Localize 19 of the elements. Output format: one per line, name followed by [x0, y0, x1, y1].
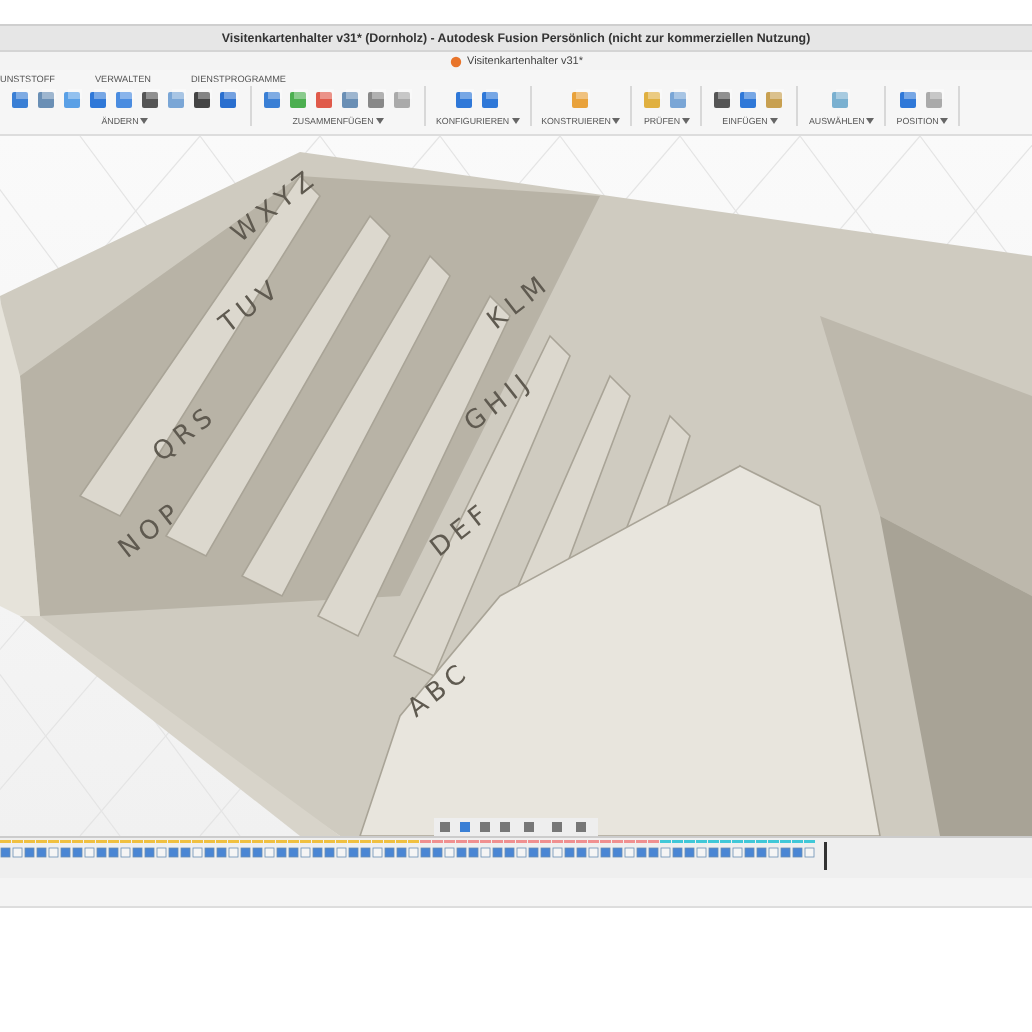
caret-icon: [511, 118, 520, 124]
caret-icon: [866, 118, 875, 124]
tool-icon[interactable]: [140, 88, 162, 110]
caret-icon: [769, 118, 778, 124]
tool-icon[interactable]: [453, 88, 476, 110]
tool-icon[interactable]: [218, 88, 240, 110]
tool-icon[interactable]: [192, 88, 214, 110]
caret-icon: [940, 118, 949, 124]
caret-icon: [375, 118, 384, 124]
tool-icon[interactable]: [712, 88, 735, 110]
tool-icon[interactable]: [262, 88, 284, 110]
tool-icon[interactable]: [898, 88, 921, 110]
caret-icon: [140, 118, 149, 124]
tool-icon[interactable]: [10, 88, 32, 110]
tool-icon[interactable]: [738, 88, 761, 110]
tool-icon[interactable]: [479, 88, 502, 110]
caret-icon: [612, 118, 621, 124]
tool-icon[interactable]: [88, 88, 110, 110]
caret-icon: [682, 118, 691, 124]
